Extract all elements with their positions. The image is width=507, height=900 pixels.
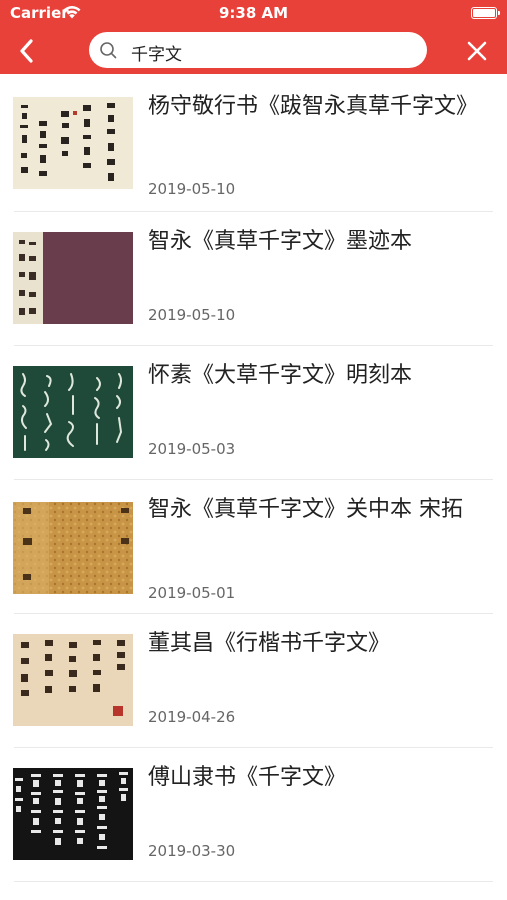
- item-title: 智永《真草千字文》关中本 宋拓: [148, 497, 463, 522]
- top-bar: Carrier 9:38 AM 千字文: [0, 0, 507, 74]
- calligraphy-thumbnail: [13, 634, 133, 726]
- close-icon: [467, 41, 487, 61]
- item-date: 2019-03-30: [148, 842, 236, 860]
- item-date: 2019-05-03: [148, 440, 236, 458]
- list-item[interactable]: 智永《真草千字文》墨迹本 2019-05-10: [0, 212, 507, 346]
- item-date: 2019-05-10: [148, 306, 236, 324]
- status-bar: Carrier 9:38 AM: [0, 0, 507, 28]
- item-title: 怀素《大草千字文》明刻本: [148, 363, 413, 388]
- calligraphy-thumbnail: [13, 366, 133, 458]
- divider: [14, 881, 493, 882]
- item-title: 董其昌《行楷书千字文》: [148, 631, 391, 656]
- list-item[interactable]: 怀素《大草千字文》明刻本 2019-05-03: [0, 346, 507, 480]
- calligraphy-thumbnail: [13, 502, 133, 594]
- search-field[interactable]: 千字文: [89, 32, 427, 68]
- list-item[interactable]: 董其昌《行楷书千字文》 2019-04-26: [0, 614, 507, 748]
- item-date: 2019-04-26: [148, 708, 236, 726]
- search-input[interactable]: 千字文: [131, 40, 182, 65]
- calligraphy-thumbnail: [13, 232, 133, 324]
- chevron-left-icon: [20, 39, 33, 63]
- item-title: 杨守敬行书《跋智永真草千字文》: [148, 94, 479, 119]
- item-date: 2019-05-10: [148, 180, 236, 198]
- close-button[interactable]: [462, 36, 492, 66]
- item-date: 2019-05-01: [148, 584, 236, 602]
- list-item[interactable]: 傅山隶书《千字文》 2019-03-30: [0, 748, 507, 882]
- item-title: 傅山隶书《千字文》: [148, 765, 347, 790]
- list-item[interactable]: 智永《真草千字文》关中本 宋拓 2019-05-01: [0, 480, 507, 614]
- calligraphy-thumbnail: [13, 97, 133, 189]
- clock: 9:38 AM: [218, 4, 289, 22]
- list-item[interactable]: 杨守敬行书《跋智永真草千字文》 2019-05-10: [0, 74, 507, 212]
- calligraphy-thumbnail: [13, 768, 133, 860]
- navigation-bar: 千字文: [0, 28, 507, 74]
- search-icon: [100, 42, 117, 59]
- battery-icon: [471, 7, 500, 19]
- item-title: 智永《真草千字文》墨迹本: [148, 229, 413, 254]
- back-button[interactable]: [12, 36, 42, 66]
